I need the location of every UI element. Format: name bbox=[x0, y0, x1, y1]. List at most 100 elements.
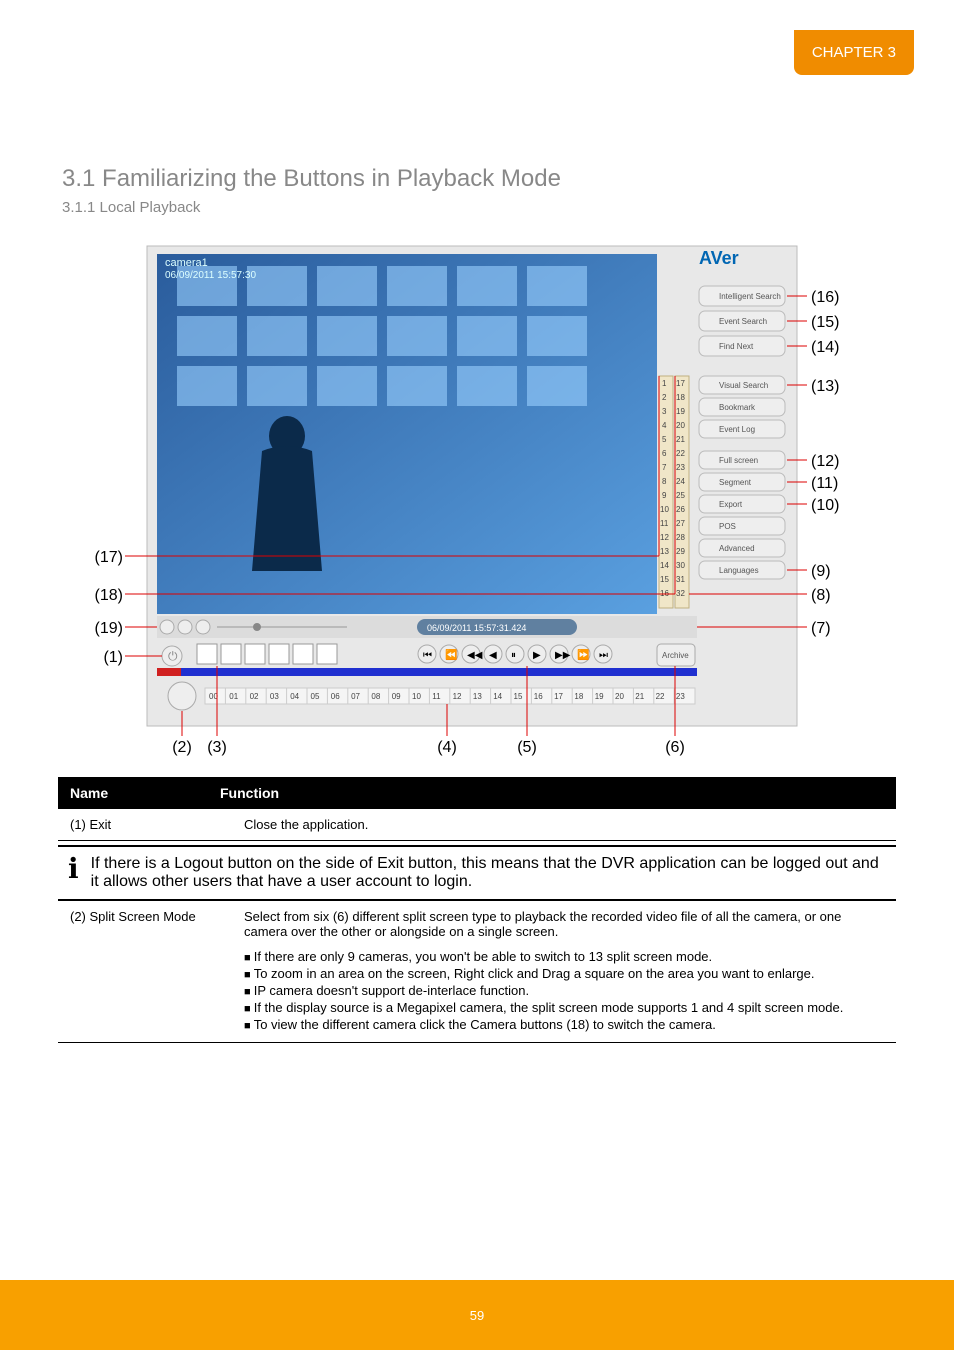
svg-text:9: 9 bbox=[662, 491, 667, 500]
info-icon: ℹ bbox=[68, 855, 79, 883]
svg-text:(14): (14) bbox=[811, 339, 839, 356]
svg-text:Intelligent Search: Intelligent Search bbox=[719, 292, 781, 301]
segment-button[interactable]: Segment bbox=[699, 473, 785, 491]
advanced-button[interactable]: Advanced bbox=[699, 539, 785, 557]
svg-text:23: 23 bbox=[676, 692, 685, 701]
svg-text:⏮: ⏮ bbox=[423, 650, 432, 661]
svg-text:04: 04 bbox=[290, 692, 299, 701]
playback-controls[interactable]: ⏮ ⏪ ◀◀ ◀ ⏸ ▶ ▶▶ ⏩ ⏭ bbox=[418, 645, 612, 663]
svg-text:(13): (13) bbox=[811, 378, 839, 395]
pos-button[interactable]: POS bbox=[699, 517, 785, 535]
svg-text:15: 15 bbox=[660, 575, 669, 584]
visual-search-button[interactable]: Visual Search bbox=[699, 376, 785, 394]
svg-text:20: 20 bbox=[615, 692, 624, 701]
hour-strip[interactable]: 0001020304050607080910111213141516171819… bbox=[205, 688, 695, 704]
info-box: ℹ If there is a Logout button on the sid… bbox=[58, 845, 896, 901]
svg-text:(17): (17) bbox=[95, 549, 123, 566]
svg-text:08: 08 bbox=[371, 692, 380, 701]
th-name: Name bbox=[70, 785, 220, 801]
svg-text:07: 07 bbox=[351, 692, 360, 701]
svg-text:5: 5 bbox=[662, 435, 667, 444]
svg-text:(12): (12) bbox=[811, 453, 839, 470]
audio-icon[interactable] bbox=[178, 620, 192, 634]
split-notes: If there are only 9 cameras, you won't b… bbox=[244, 949, 884, 1032]
svg-text:2: 2 bbox=[662, 393, 667, 402]
figure-svg: camera1 06/09/2011 15:57:30 1234 5678 91… bbox=[87, 236, 867, 756]
list-item: If there are only 9 cameras, you won't b… bbox=[244, 949, 884, 964]
snapshot-icon[interactable] bbox=[196, 620, 210, 634]
svg-text:17: 17 bbox=[676, 379, 685, 388]
svg-text:◀◀: ◀◀ bbox=[467, 650, 483, 661]
svg-text:(4): (4) bbox=[437, 739, 457, 756]
languages-button[interactable]: Languages bbox=[699, 561, 785, 579]
export-button[interactable]: Export bbox=[699, 495, 785, 513]
event-log-button[interactable]: Event Log bbox=[699, 420, 785, 438]
jog-wheel[interactable] bbox=[168, 682, 196, 710]
svg-text:(10): (10) bbox=[811, 497, 839, 514]
svg-text:Find Next: Find Next bbox=[719, 342, 754, 351]
svg-text:6: 6 bbox=[662, 449, 667, 458]
svg-text:Event Search: Event Search bbox=[719, 317, 767, 326]
full-screen-button[interactable]: Full screen bbox=[699, 451, 785, 469]
list-item: To zoom in an area on the screen, Right … bbox=[244, 966, 884, 981]
table-header: Name Function bbox=[58, 777, 896, 809]
progress-bar[interactable] bbox=[157, 668, 697, 676]
svg-text:06/09/2011 15:57:31.424: 06/09/2011 15:57:31.424 bbox=[427, 623, 526, 633]
archive-button[interactable]: Archive bbox=[657, 644, 695, 666]
svg-text:Advanced: Advanced bbox=[719, 544, 755, 553]
svg-text:15: 15 bbox=[514, 692, 523, 701]
bookmark-button[interactable]: Bookmark bbox=[699, 398, 785, 416]
svg-text:(8): (8) bbox=[811, 587, 831, 604]
svg-text:4: 4 bbox=[662, 421, 667, 430]
camera-label: camera1 bbox=[165, 257, 208, 269]
deinterlace-icon[interactable] bbox=[160, 620, 174, 634]
svg-text:13: 13 bbox=[473, 692, 482, 701]
svg-text:24: 24 bbox=[676, 477, 685, 486]
split-desc: Select from six (6) different split scre… bbox=[244, 909, 841, 939]
event-search-button[interactable]: Event Search bbox=[699, 311, 785, 331]
page-number: 59 bbox=[470, 1308, 484, 1323]
svg-text:16: 16 bbox=[534, 692, 543, 701]
svg-text:(19): (19) bbox=[95, 620, 123, 637]
intelligent-search-button[interactable]: Intelligent Search bbox=[699, 286, 785, 306]
list-item: If the display source is a Megapixel cam… bbox=[244, 1000, 884, 1015]
svg-text:◀: ◀ bbox=[489, 650, 497, 661]
svg-text:⏸: ⏸ bbox=[511, 650, 516, 661]
section-title: 3.1 Familiarizing the Buttons in Playbac… bbox=[62, 165, 954, 193]
table-row: (2) Split Screen Mode Select from six (6… bbox=[58, 901, 896, 1043]
svg-text:09: 09 bbox=[392, 692, 401, 701]
svg-text:⏩: ⏩ bbox=[577, 648, 589, 661]
svg-text:(15): (15) bbox=[811, 314, 839, 331]
svg-text:06: 06 bbox=[331, 692, 340, 701]
cell-name: (1) Exit bbox=[58, 809, 232, 841]
svg-text:21: 21 bbox=[635, 692, 644, 701]
svg-text:18: 18 bbox=[676, 393, 685, 402]
find-next-button[interactable]: Find Next bbox=[699, 336, 785, 356]
svg-text:23: 23 bbox=[676, 463, 685, 472]
svg-text:(2): (2) bbox=[172, 739, 192, 756]
svg-text:25: 25 bbox=[676, 491, 685, 500]
page-footer: 59 bbox=[0, 1280, 954, 1350]
svg-text:Visual Search: Visual Search bbox=[719, 381, 768, 390]
svg-text:⏪: ⏪ bbox=[445, 648, 457, 661]
logo: AVer bbox=[699, 248, 739, 268]
svg-text:(11): (11) bbox=[811, 475, 838, 492]
svg-text:30: 30 bbox=[676, 561, 685, 570]
svg-text:14: 14 bbox=[493, 692, 502, 701]
svg-text:Languages: Languages bbox=[719, 566, 759, 575]
svg-text:27: 27 bbox=[676, 519, 685, 528]
svg-text:▶: ▶ bbox=[533, 650, 541, 661]
svg-text:10: 10 bbox=[412, 692, 421, 701]
svg-text:14: 14 bbox=[660, 561, 669, 570]
svg-text:Archive: Archive bbox=[662, 651, 689, 660]
svg-text:Segment: Segment bbox=[719, 478, 752, 487]
svg-text:(18): (18) bbox=[95, 587, 123, 604]
video-view[interactable] bbox=[157, 254, 657, 614]
svg-text:POS: POS bbox=[719, 522, 736, 531]
th-function: Function bbox=[220, 785, 884, 801]
svg-text:05: 05 bbox=[311, 692, 320, 701]
svg-text:⏭: ⏭ bbox=[599, 650, 608, 661]
info-text: If there is a Logout button on the side … bbox=[91, 855, 886, 891]
svg-text:11: 11 bbox=[432, 692, 441, 701]
svg-text:Event Log: Event Log bbox=[719, 425, 755, 434]
